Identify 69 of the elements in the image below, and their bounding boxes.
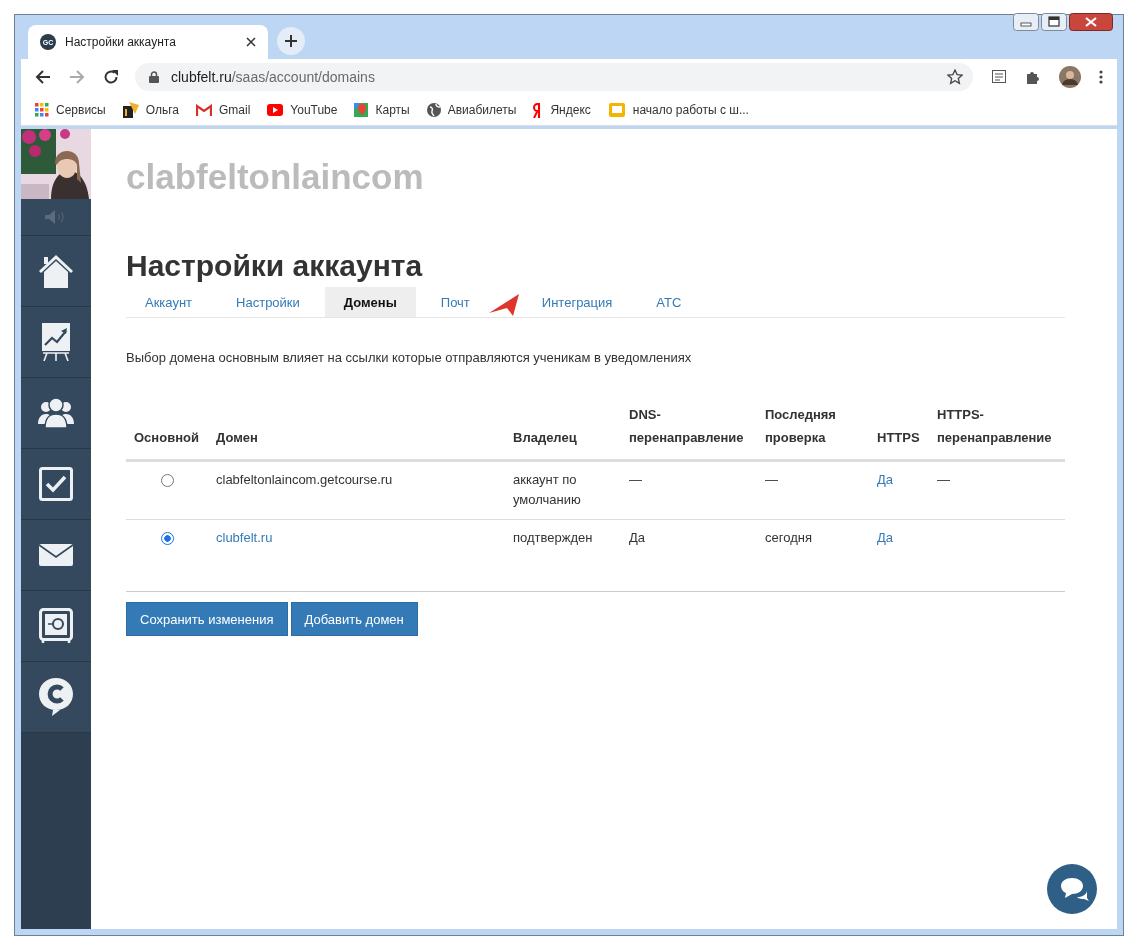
tab[interactable]: Интеграция xyxy=(522,287,632,317)
avatar-icon[interactable] xyxy=(1059,66,1081,88)
bookmark-logo-icon xyxy=(122,102,139,118)
description: Выбор домена основным влияет на ссылки которые отправляются ученикам в уведомлениях xyxy=(126,350,693,365)
bookmark[interactable]: Ольга xyxy=(122,102,179,118)
tab[interactable]: Аккаунт xyxy=(126,287,212,317)
bookmark[interactable]: YouTube xyxy=(267,103,338,117)
chart-board-icon[interactable] xyxy=(42,323,70,361)
chat-button[interactable] xyxy=(1047,864,1097,914)
table-cell: аккаунт по умолчанию xyxy=(505,460,621,520)
reader-icon[interactable] xyxy=(991,69,1007,85)
checkbox-icon[interactable] xyxy=(39,467,73,501)
table-link[interactable]: Да xyxy=(869,519,929,591)
play-icon xyxy=(267,104,284,116)
column-header: Основной xyxy=(126,395,208,461)
radio-button[interactable] xyxy=(160,474,174,487)
table-cell: — xyxy=(757,460,869,520)
table-cell: подтвержден xyxy=(505,519,621,591)
lock-icon xyxy=(149,71,159,83)
tab[interactable]: Почт xyxy=(421,287,489,317)
reload-icon[interactable] xyxy=(103,69,119,85)
bookmark[interactable]: Яндекс xyxy=(533,102,591,118)
column-header: DNS-перенаправление xyxy=(621,395,757,461)
column-header: HTTPS-перенаправление xyxy=(929,395,1065,461)
url-text: clubfelt.ru/saas/account/domains xyxy=(171,69,376,85)
mail-icon[interactable] xyxy=(39,544,73,566)
action-button[interactable]: Добавить домен xyxy=(290,602,418,636)
puzzle-icon[interactable] xyxy=(1025,69,1041,85)
tab[interactable]: Настройки xyxy=(217,287,319,317)
apps-icon xyxy=(35,103,49,117)
map-pin-icon xyxy=(354,103,369,117)
maximize-icon[interactable] xyxy=(1041,13,1067,31)
bookmark[interactable]: Карты xyxy=(354,103,410,117)
table-link[interactable]: clubfelt.ru xyxy=(208,519,505,591)
table-cell: — xyxy=(929,460,1065,520)
menu-icon[interactable] xyxy=(1099,70,1103,84)
tab[interactable]: Домены xyxy=(324,287,416,317)
tab[interactable]: АТС xyxy=(637,287,701,317)
star-icon[interactable] xyxy=(947,69,963,85)
mail-icon xyxy=(195,104,212,116)
slides-icon xyxy=(607,102,626,118)
column-header: Владелец xyxy=(505,395,621,461)
column-header: Последняя проверка xyxy=(757,395,869,461)
bookmark[interactable]: Сервисы xyxy=(35,103,106,117)
tab-title: Настройки аккаунта xyxy=(65,35,177,49)
table-cell: clabfeltonlaincom.getcourse.ru xyxy=(208,460,505,520)
column-header: HTTPS xyxy=(869,395,929,461)
home-icon[interactable] xyxy=(38,254,74,288)
table-link[interactable]: Да xyxy=(869,460,929,520)
close-icon[interactable] xyxy=(1069,13,1113,31)
users-icon[interactable] xyxy=(38,398,74,428)
globe-icon xyxy=(426,103,441,117)
back-icon[interactable] xyxy=(35,69,51,85)
bookmark[interactable]: начало работы с ш... xyxy=(607,102,749,118)
table-cell: — xyxy=(621,460,757,520)
site-title: clabfeltonlaincom xyxy=(126,157,425,198)
chat-logo-icon[interactable] xyxy=(39,678,73,716)
table-cell: сегодня xyxy=(757,519,869,591)
bookmark[interactable]: Gmail xyxy=(195,103,251,117)
new-tab-button[interactable] xyxy=(277,27,305,55)
close-icon[interactable] xyxy=(246,37,256,47)
safe-icon[interactable] xyxy=(39,608,73,644)
column-header: Домен xyxy=(208,395,505,461)
table-cell: Да xyxy=(621,519,757,591)
page-heading: Настройки аккаунта xyxy=(126,248,424,284)
action-button[interactable]: Сохранить изменения xyxy=(126,602,288,636)
bookmark[interactable]: Авиабилеты xyxy=(426,103,517,117)
address-bar[interactable]: clubfelt.ru/saas/account/domains xyxy=(135,63,973,91)
radio-button[interactable] xyxy=(160,532,174,545)
